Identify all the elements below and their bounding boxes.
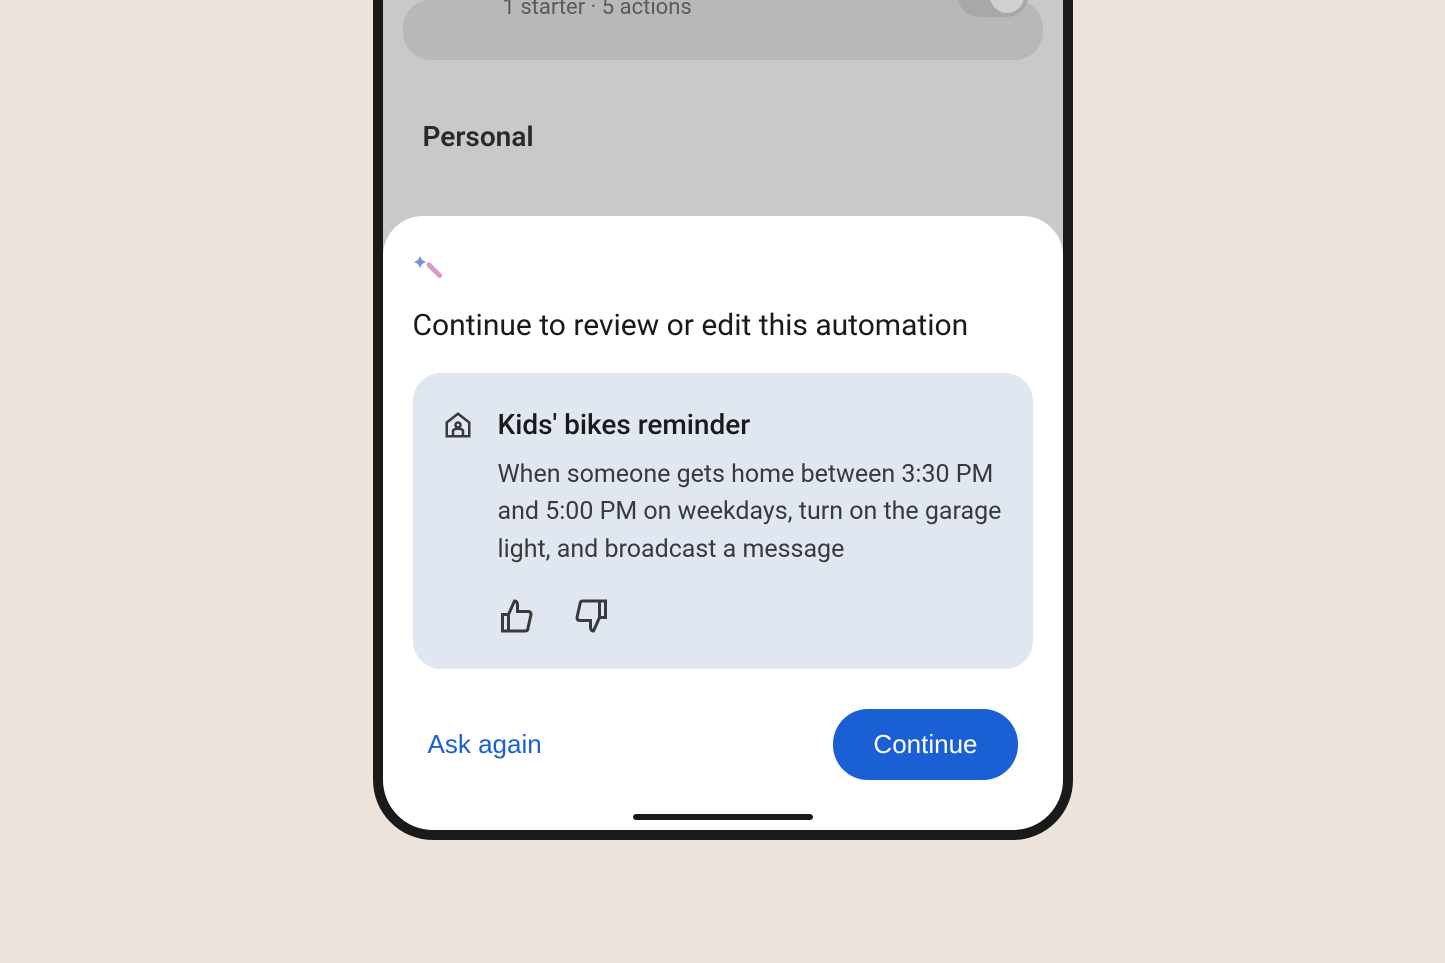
ask-again-button[interactable]: Ask again — [428, 719, 542, 770]
section-header-personal: Personal — [403, 80, 1043, 173]
home-indicator[interactable] — [633, 814, 813, 820]
feedback-buttons — [498, 598, 1003, 634]
continue-button[interactable]: Continue — [833, 709, 1017, 780]
automation-card-background: 1 starter · 5 actions — [403, 0, 1043, 60]
automation-preview-card: Kids' bikes reminder When someone gets h… — [413, 373, 1033, 670]
thumbs-up-icon[interactable] — [498, 598, 534, 634]
phone-screen: 1 starter · 5 actions Personal Continue … — [383, 0, 1063, 830]
sheet-title: Continue to review or edit this automati… — [413, 308, 1033, 343]
action-row: Ask again Continue — [413, 709, 1033, 780]
background-content: 1 starter · 5 actions Personal — [383, 0, 1063, 173]
automation-title: Kids' bikes reminder — [498, 408, 1003, 441]
automation-header: Kids' bikes reminder When someone gets h… — [443, 408, 1003, 635]
bottom-sheet: Continue to review or edit this automati… — [383, 216, 1063, 831]
thumbs-down-icon[interactable] — [574, 598, 610, 634]
automation-content: Kids' bikes reminder When someone gets h… — [498, 408, 1003, 635]
home-person-icon — [443, 410, 473, 440]
automation-description: When someone gets home between 3:30 PM a… — [498, 456, 1003, 569]
automation-toggle — [958, 0, 1028, 17]
phone-frame: 1 starter · 5 actions Personal Continue … — [373, 0, 1073, 840]
automation-subtitle: 1 starter · 5 actions — [503, 0, 692, 20]
magic-wand-icon — [413, 251, 445, 283]
